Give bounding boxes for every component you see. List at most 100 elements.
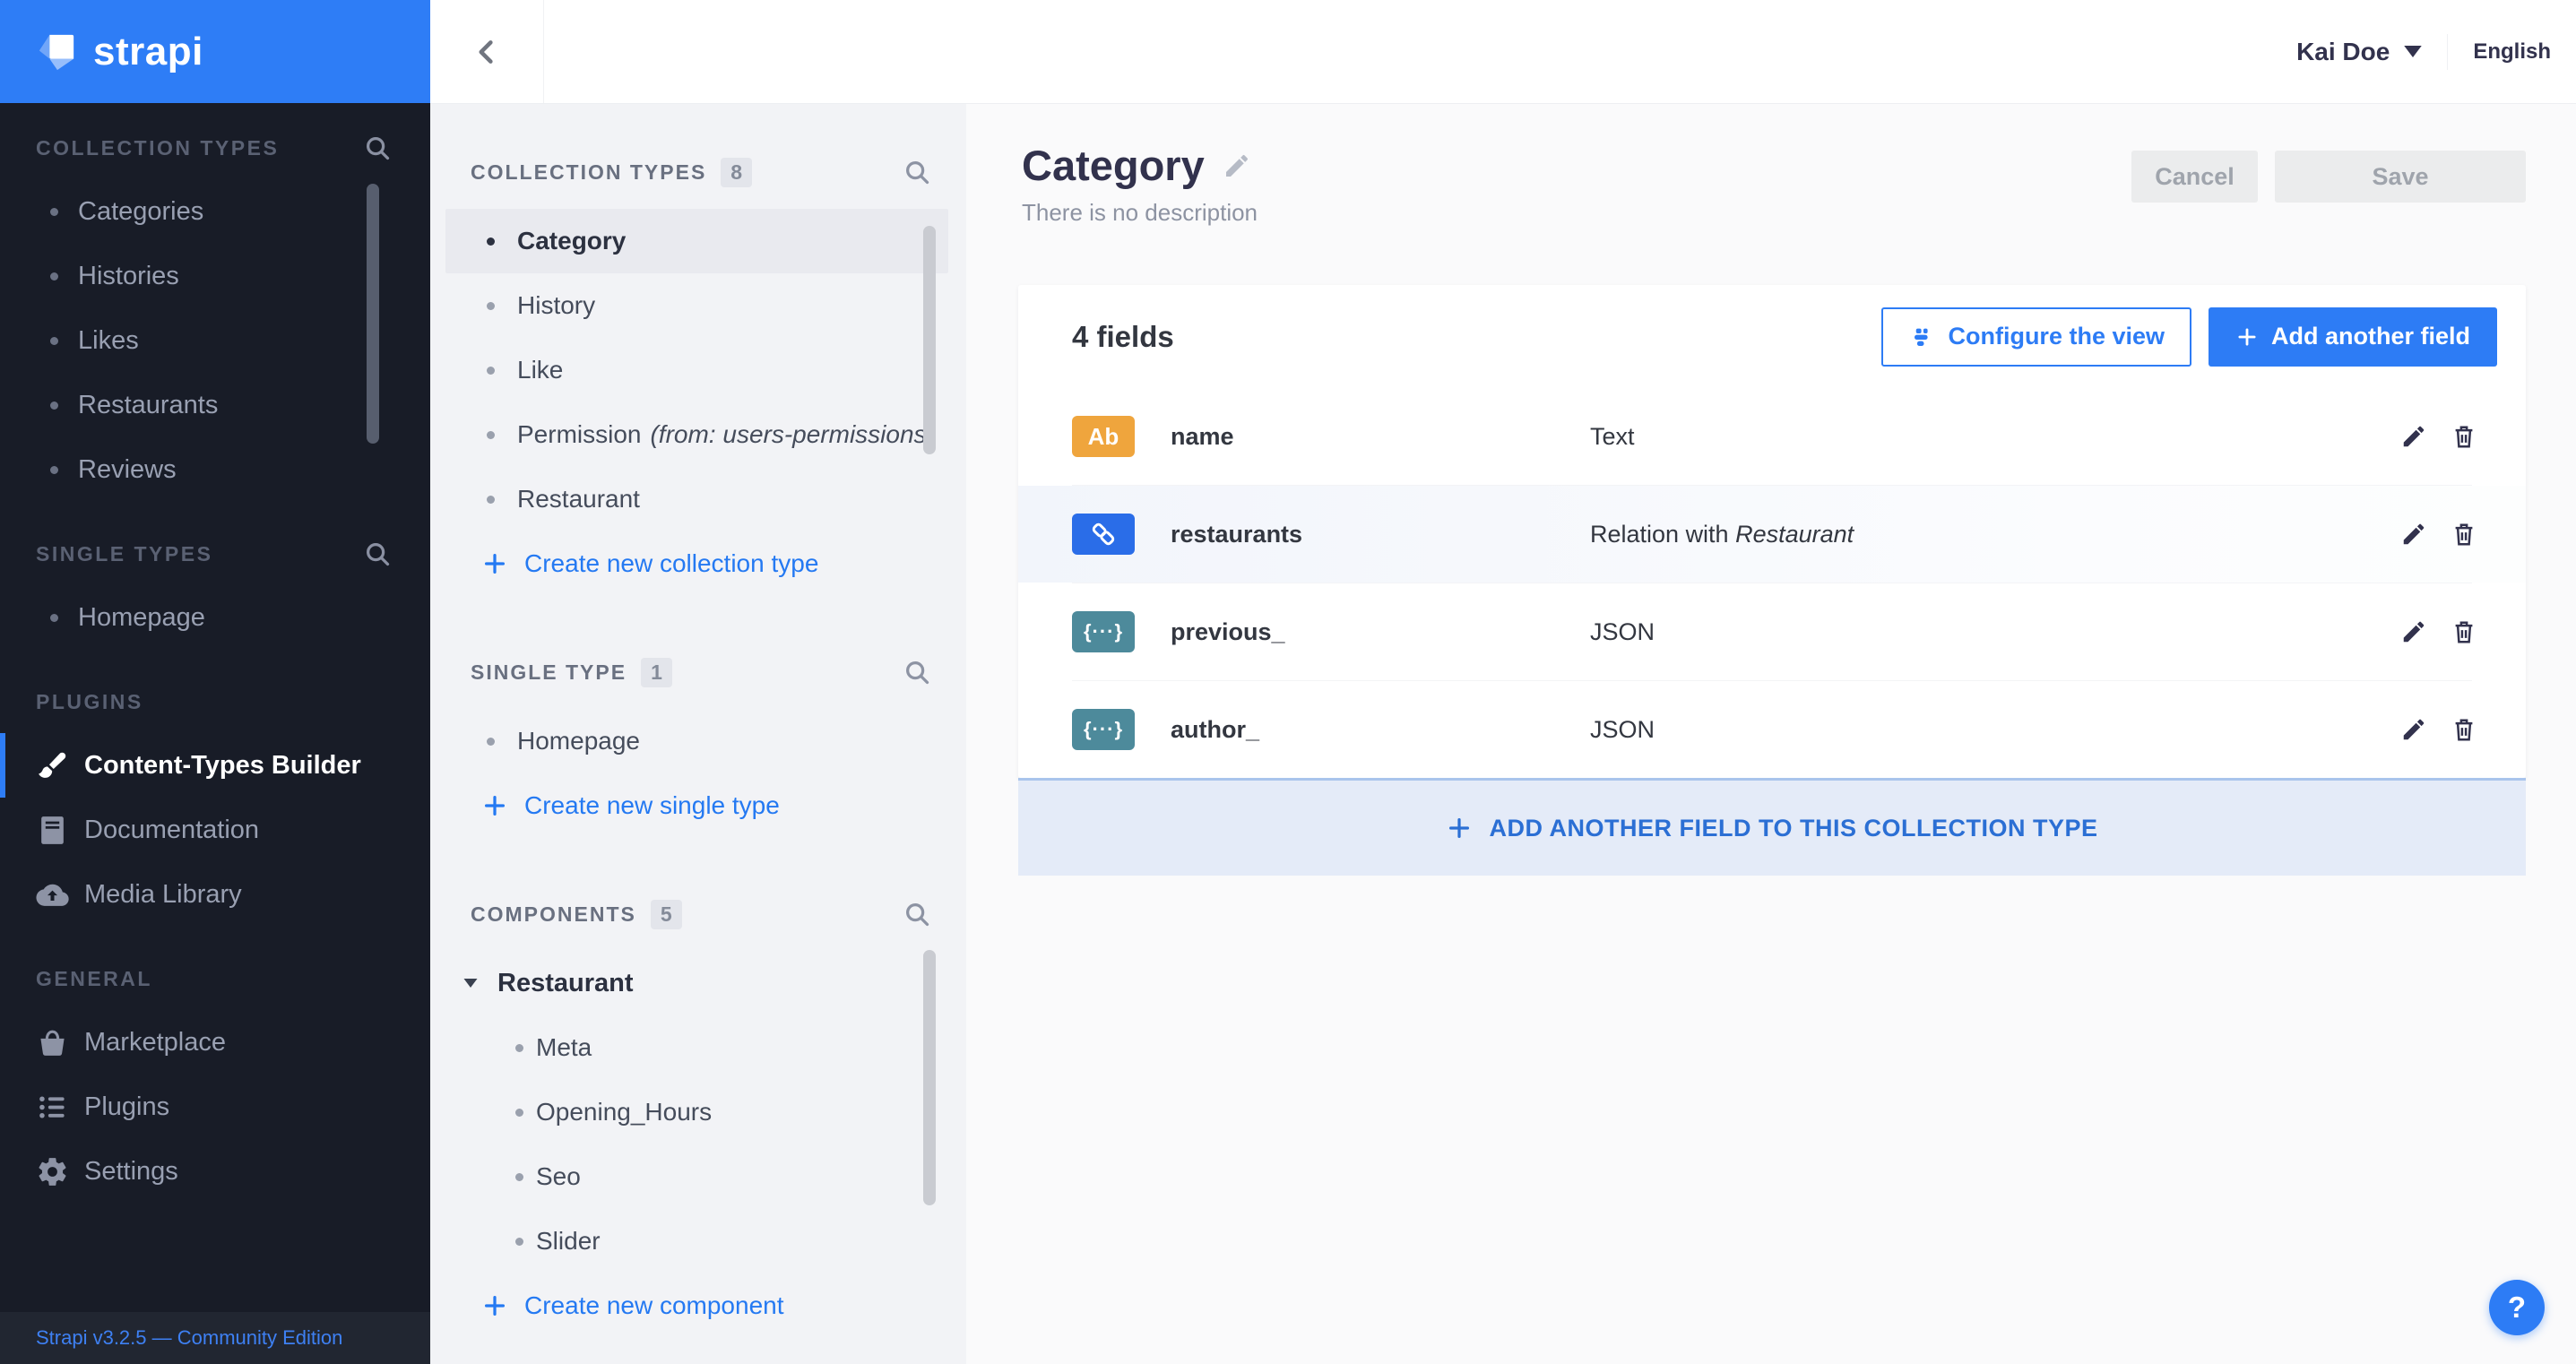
section-label: COLLECTION TYPES <box>36 135 280 160</box>
bullet-icon <box>50 401 58 410</box>
create-single-type-link[interactable]: Create new single type <box>445 773 966 838</box>
edit-title-pencil-icon[interactable] <box>1223 151 1251 180</box>
field-row-name[interactable]: Ab name Text <box>1018 388 2526 485</box>
edit-pencil-icon[interactable] <box>2400 423 2427 450</box>
panel-section-header: COMPONENTS 5 <box>430 899 966 929</box>
add-another-field-button[interactable]: Add another field <box>2209 306 2497 367</box>
version-link[interactable]: Strapi v3.2.5 — Community Edition <box>36 1326 342 1350</box>
sidebar-item-reviews[interactable]: Reviews <box>0 437 430 502</box>
panel-scrollbar-thumb[interactable] <box>923 226 936 454</box>
count-badge: 1 <box>641 657 672 687</box>
bullet-icon <box>515 1172 523 1181</box>
sidebar-item-media-library[interactable]: Media Library <box>0 862 430 927</box>
search-icon[interactable] <box>364 134 391 161</box>
section-label: SINGLE TYPES <box>36 541 213 565</box>
fields-card-header: 4 fields Configure the view Add another … <box>1018 285 2526 388</box>
bullet-icon <box>50 336 58 345</box>
panel-section-header: COLLECTION TYPES 8 <box>430 157 966 187</box>
sidebar-footer: Strapi v3.2.5 — Community Edition <box>0 1312 430 1364</box>
panel-item-homepage[interactable]: Homepage <box>445 709 948 773</box>
cancel-button[interactable]: Cancel <box>2131 151 2258 203</box>
fields-card: 4 fields Configure the view Add another … <box>1018 285 2526 778</box>
fields-card-actions: Configure the view Add another field <box>1881 306 2497 367</box>
section-single-types: SINGLE TYPES Homepage <box>0 536 430 650</box>
panel-item-permission[interactable]: Permission (from: users-permissions) <box>445 402 948 467</box>
panel-section-label: SINGLE TYPE <box>471 660 627 684</box>
locale-selector[interactable]: English <box>2473 39 2551 65</box>
field-type: Text <box>1590 422 1635 450</box>
section-header: PLUGINS <box>0 684 430 720</box>
edit-pencil-icon[interactable] <box>2400 618 2427 645</box>
search-icon[interactable] <box>903 659 930 686</box>
panel-item-slider[interactable]: Slider <box>445 1209 948 1273</box>
divider <box>2447 33 2449 70</box>
panel-item-history[interactable]: History <box>445 273 948 338</box>
user-zone: Kai Doe English <box>2296 0 2576 103</box>
edit-pencil-icon[interactable] <box>2400 716 2427 743</box>
sidebar-item-histories[interactable]: Histories <box>0 244 430 308</box>
panel-item-category[interactable]: Category <box>445 209 948 273</box>
search-icon[interactable] <box>364 540 391 567</box>
sidebar-item-plugins[interactable]: Plugins <box>0 1075 430 1139</box>
trash-icon[interactable] <box>2451 618 2477 645</box>
section-label: PLUGINS <box>36 689 143 713</box>
configure-view-button[interactable]: Configure the view <box>1881 306 2191 367</box>
panel-single-types: SINGLE TYPE 1 Homepage Create new single… <box>430 596 966 838</box>
field-actions <box>2400 716 2477 743</box>
field-row-restaurants[interactable]: restaurants Relation with Restaurant <box>1018 486 2526 583</box>
field-name: name <box>1171 422 1234 450</box>
field-row-author[interactable]: {···} author_ JSON <box>1018 681 2526 778</box>
cloud-upload-icon <box>36 878 69 911</box>
bullet-icon <box>50 613 58 622</box>
sidebar-item-settings[interactable]: Settings <box>0 1139 430 1204</box>
panel-item-seo[interactable]: Seo <box>445 1144 948 1209</box>
page-description: There is no description <box>1022 199 1258 226</box>
builder-panel: COLLECTION TYPES 8 Category History Like… <box>430 103 966 1364</box>
topbar: Kai Doe English <box>430 0 2576 104</box>
sidebar-item-categories[interactable]: Categories <box>0 179 430 244</box>
panel-item-restaurant[interactable]: Restaurant <box>445 467 948 531</box>
trash-icon[interactable] <box>2451 521 2477 548</box>
search-icon[interactable] <box>903 159 930 186</box>
plus-icon <box>481 1292 508 1319</box>
save-button[interactable]: Save <box>2275 151 2526 203</box>
sidebar-scrollbar-thumb[interactable] <box>367 184 379 444</box>
sidebar-nav: COLLECTION TYPES Categories Histories Li… <box>0 103 430 1204</box>
edit-pencil-icon[interactable] <box>2400 521 2427 548</box>
panel-scrollbar-thumb-2[interactable] <box>923 950 936 1205</box>
bullet-icon <box>487 237 495 246</box>
bullet-icon <box>487 737 495 746</box>
panel-item-like[interactable]: Like <box>445 338 948 402</box>
sidebar-item-marketplace[interactable]: Marketplace <box>0 1010 430 1075</box>
user-menu[interactable]: Kai Doe <box>2296 38 2422 66</box>
list-icon <box>36 1091 69 1124</box>
add-field-banner[interactable]: ADD ANOTHER FIELD TO THIS COLLECTION TYP… <box>1018 778 2526 876</box>
field-row-previous[interactable]: {···} previous_ JSON <box>1018 583 2526 680</box>
trash-icon[interactable] <box>2451 716 2477 743</box>
strapi-logo[interactable]: strapi <box>0 0 430 103</box>
panel-list: Restaurant Meta Opening_Hours Seo Slider… <box>430 951 966 1338</box>
section-header: GENERAL <box>0 961 430 997</box>
trash-icon[interactable] <box>2451 423 2477 450</box>
chevron-left-icon <box>473 34 500 70</box>
sidebar-item-homepage[interactable]: Homepage <box>0 585 430 650</box>
count-badge: 8 <box>721 157 753 187</box>
back-button[interactable] <box>430 0 544 103</box>
create-collection-type-link[interactable]: Create new collection type <box>445 531 966 596</box>
component-group-restaurant[interactable]: Restaurant <box>445 951 948 1015</box>
caret-down-icon <box>463 979 478 988</box>
search-icon[interactable] <box>903 901 930 928</box>
sidebar-item-documentation[interactable]: Documentation <box>0 798 430 862</box>
panel-item-meta[interactable]: Meta <box>445 1015 948 1080</box>
strapi-logo-icon <box>39 34 74 70</box>
sidebar-item-likes[interactable]: Likes <box>0 308 430 373</box>
help-button[interactable]: ? <box>2489 1280 2545 1335</box>
main-content: Category There is no description Cancel … <box>966 103 2576 1364</box>
sidebar-item-restaurants[interactable]: Restaurants <box>0 373 430 437</box>
sidebar-item-content-types-builder[interactable]: Content-Types Builder <box>0 733 430 798</box>
panel-item-opening-hours[interactable]: Opening_Hours <box>445 1080 948 1144</box>
field-name: restaurants <box>1171 520 1303 548</box>
create-component-link[interactable]: Create new component <box>445 1273 966 1338</box>
basket-icon <box>36 1026 69 1059</box>
bullet-icon <box>50 465 58 474</box>
